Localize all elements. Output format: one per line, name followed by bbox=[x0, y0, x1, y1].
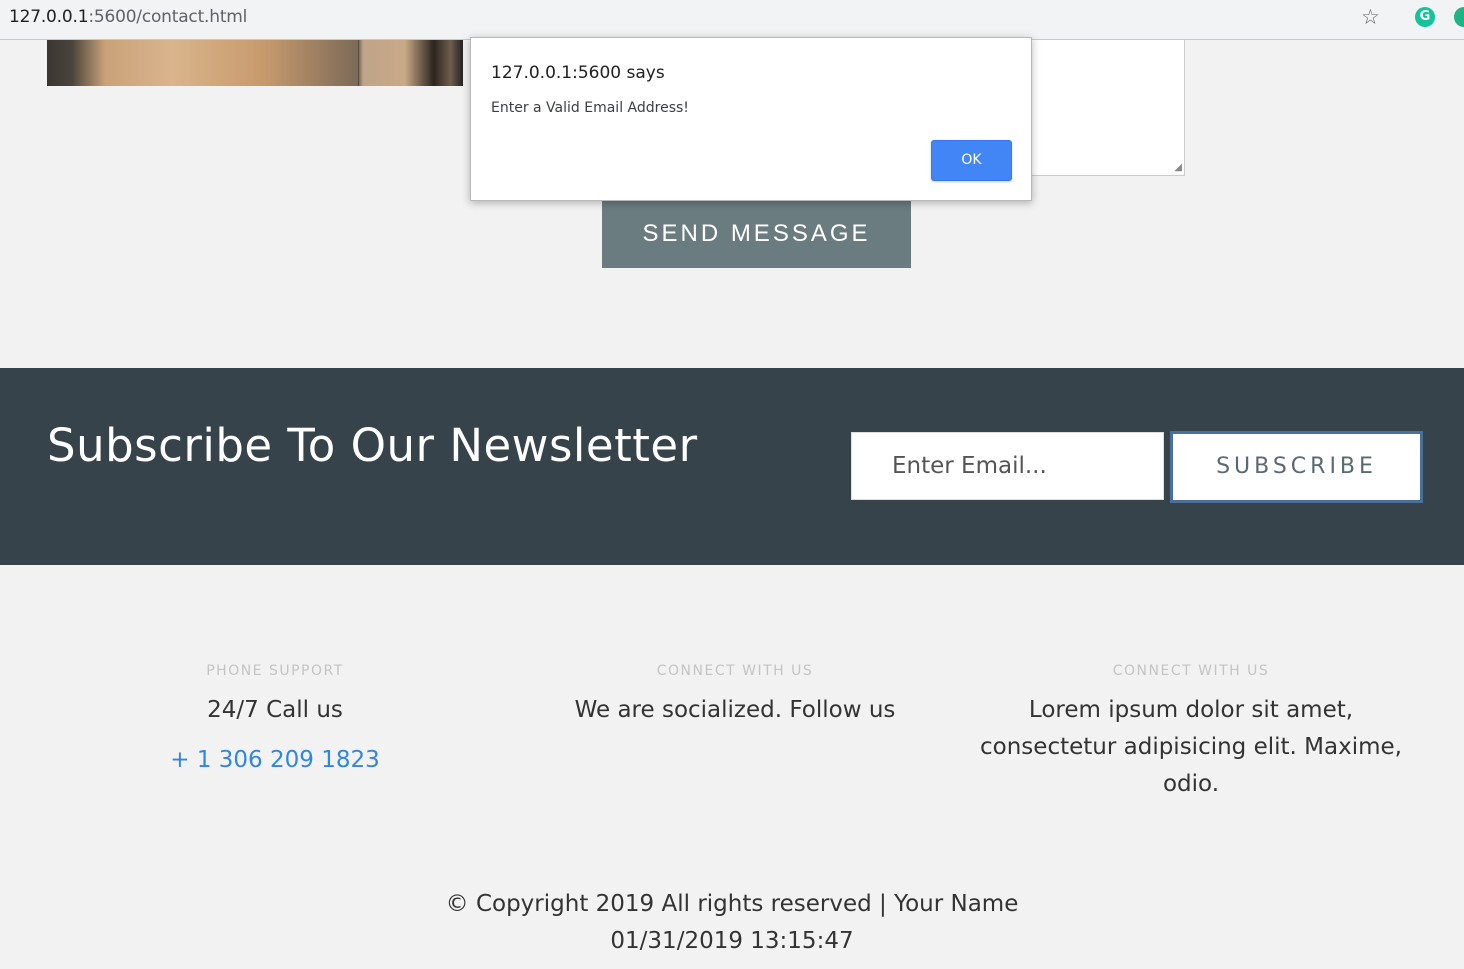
column-text: 24/7 Call us bbox=[207, 697, 343, 723]
extension-icon[interactable] bbox=[1454, 7, 1464, 27]
column-text: Lorem ipsum dolor sit amet, consectetur … bbox=[980, 697, 1402, 797]
column-label: CONNECT WITH US bbox=[656, 663, 814, 679]
send-message-button[interactable]: SEND MESSAGE bbox=[602, 200, 911, 268]
url-host: 127.0.0.1 bbox=[9, 7, 89, 27]
subscribe-button[interactable]: SUBSCRIBE bbox=[1170, 431, 1423, 503]
copyright-footer: © Copyright 2019 All rights reserved | Y… bbox=[0, 886, 1464, 960]
column-label: PHONE SUPPORT bbox=[206, 663, 344, 679]
ok-button[interactable]: OK bbox=[931, 140, 1012, 181]
newsletter-section: Subscribe To Our Newsletter SUBSCRIBE bbox=[0, 368, 1464, 565]
footer-column-phone: PHONE SUPPORT 24/7 Call us + 1 306 209 1… bbox=[150, 663, 400, 773]
dialog-title: 127.0.0.1:5600 says bbox=[491, 63, 665, 83]
newsletter-title: Subscribe To Our Newsletter bbox=[47, 419, 698, 472]
footer-column-social: CONNECT WITH US We are socialized. Follo… bbox=[560, 663, 910, 729]
message-textarea[interactable]: ◢ bbox=[1030, 40, 1185, 176]
url-text[interactable]: 127.0.0.1:5600/contact.html bbox=[9, 7, 247, 27]
footer-column-about: CONNECT WITH US Lorem ipsum dolor sit am… bbox=[960, 663, 1422, 803]
resize-handle-icon[interactable]: ◢ bbox=[1174, 163, 1182, 173]
room-photo bbox=[47, 40, 463, 86]
newsletter-email-input[interactable] bbox=[851, 432, 1164, 500]
current-datetime: 01/31/2019 13:15:47 bbox=[610, 928, 854, 954]
alert-dialog: 127.0.0.1:5600 says Enter a Valid Email … bbox=[470, 37, 1032, 201]
phone-link[interactable]: + 1 306 209 1823 bbox=[150, 747, 400, 773]
copyright-text: © Copyright 2019 All rights reserved | Y… bbox=[445, 891, 1019, 917]
column-label: CONNECT WITH US bbox=[1112, 663, 1270, 679]
dialog-message: Enter a Valid Email Address! bbox=[491, 100, 689, 116]
column-text: We are socialized. Follow us bbox=[574, 697, 896, 723]
url-path: :5600/contact.html bbox=[88, 7, 248, 27]
bookmark-star-icon[interactable]: ☆ bbox=[1361, 5, 1380, 29]
browser-address-bar[interactable]: 127.0.0.1:5600/contact.html ☆ G bbox=[0, 0, 1464, 40]
grammarly-extension-icon[interactable]: G bbox=[1415, 7, 1435, 27]
